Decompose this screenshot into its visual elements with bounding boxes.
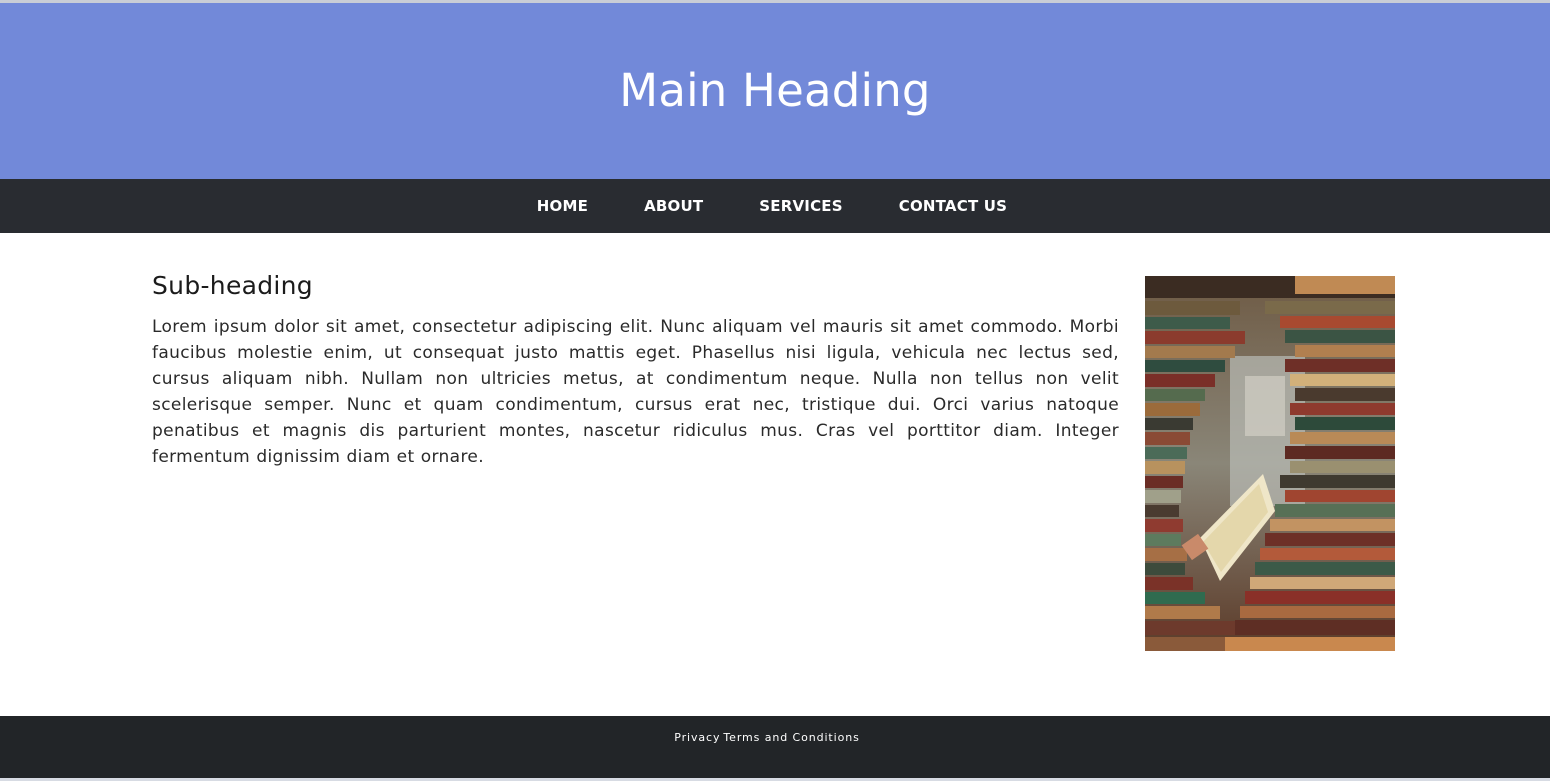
footer-link-terms[interactable]: Terms and Conditions xyxy=(723,731,859,744)
sub-heading: Sub-heading xyxy=(152,271,313,300)
books-image xyxy=(1145,276,1395,651)
footer-links: Privacy Terms and Conditions xyxy=(0,731,1550,744)
article: Sub-heading Lorem ipsum dolor sit amet, … xyxy=(152,271,1119,470)
books-illustration xyxy=(1145,276,1395,651)
nav-item-contact-us[interactable]: CONTACT US xyxy=(871,197,1035,215)
page-header: Main Heading xyxy=(0,3,1550,179)
main-content: Sub-heading Lorem ipsum dolor sit amet, … xyxy=(0,233,1550,716)
body-paragraph: Lorem ipsum dolor sit amet, consectetur … xyxy=(152,317,1119,467)
nav-item-services[interactable]: SERVICES xyxy=(731,197,870,215)
nav-item-home[interactable]: HOME xyxy=(509,197,616,215)
nav-list: HOME ABOUT SERVICES CONTACT US xyxy=(509,197,1035,215)
footer-link-privacy[interactable]: Privacy xyxy=(674,731,720,744)
main-heading: Main Heading xyxy=(619,64,931,117)
page-footer: Privacy Terms and Conditions xyxy=(0,716,1550,778)
main-navigation: HOME ABOUT SERVICES CONTACT US xyxy=(0,179,1550,233)
nav-item-about[interactable]: ABOUT xyxy=(616,197,731,215)
